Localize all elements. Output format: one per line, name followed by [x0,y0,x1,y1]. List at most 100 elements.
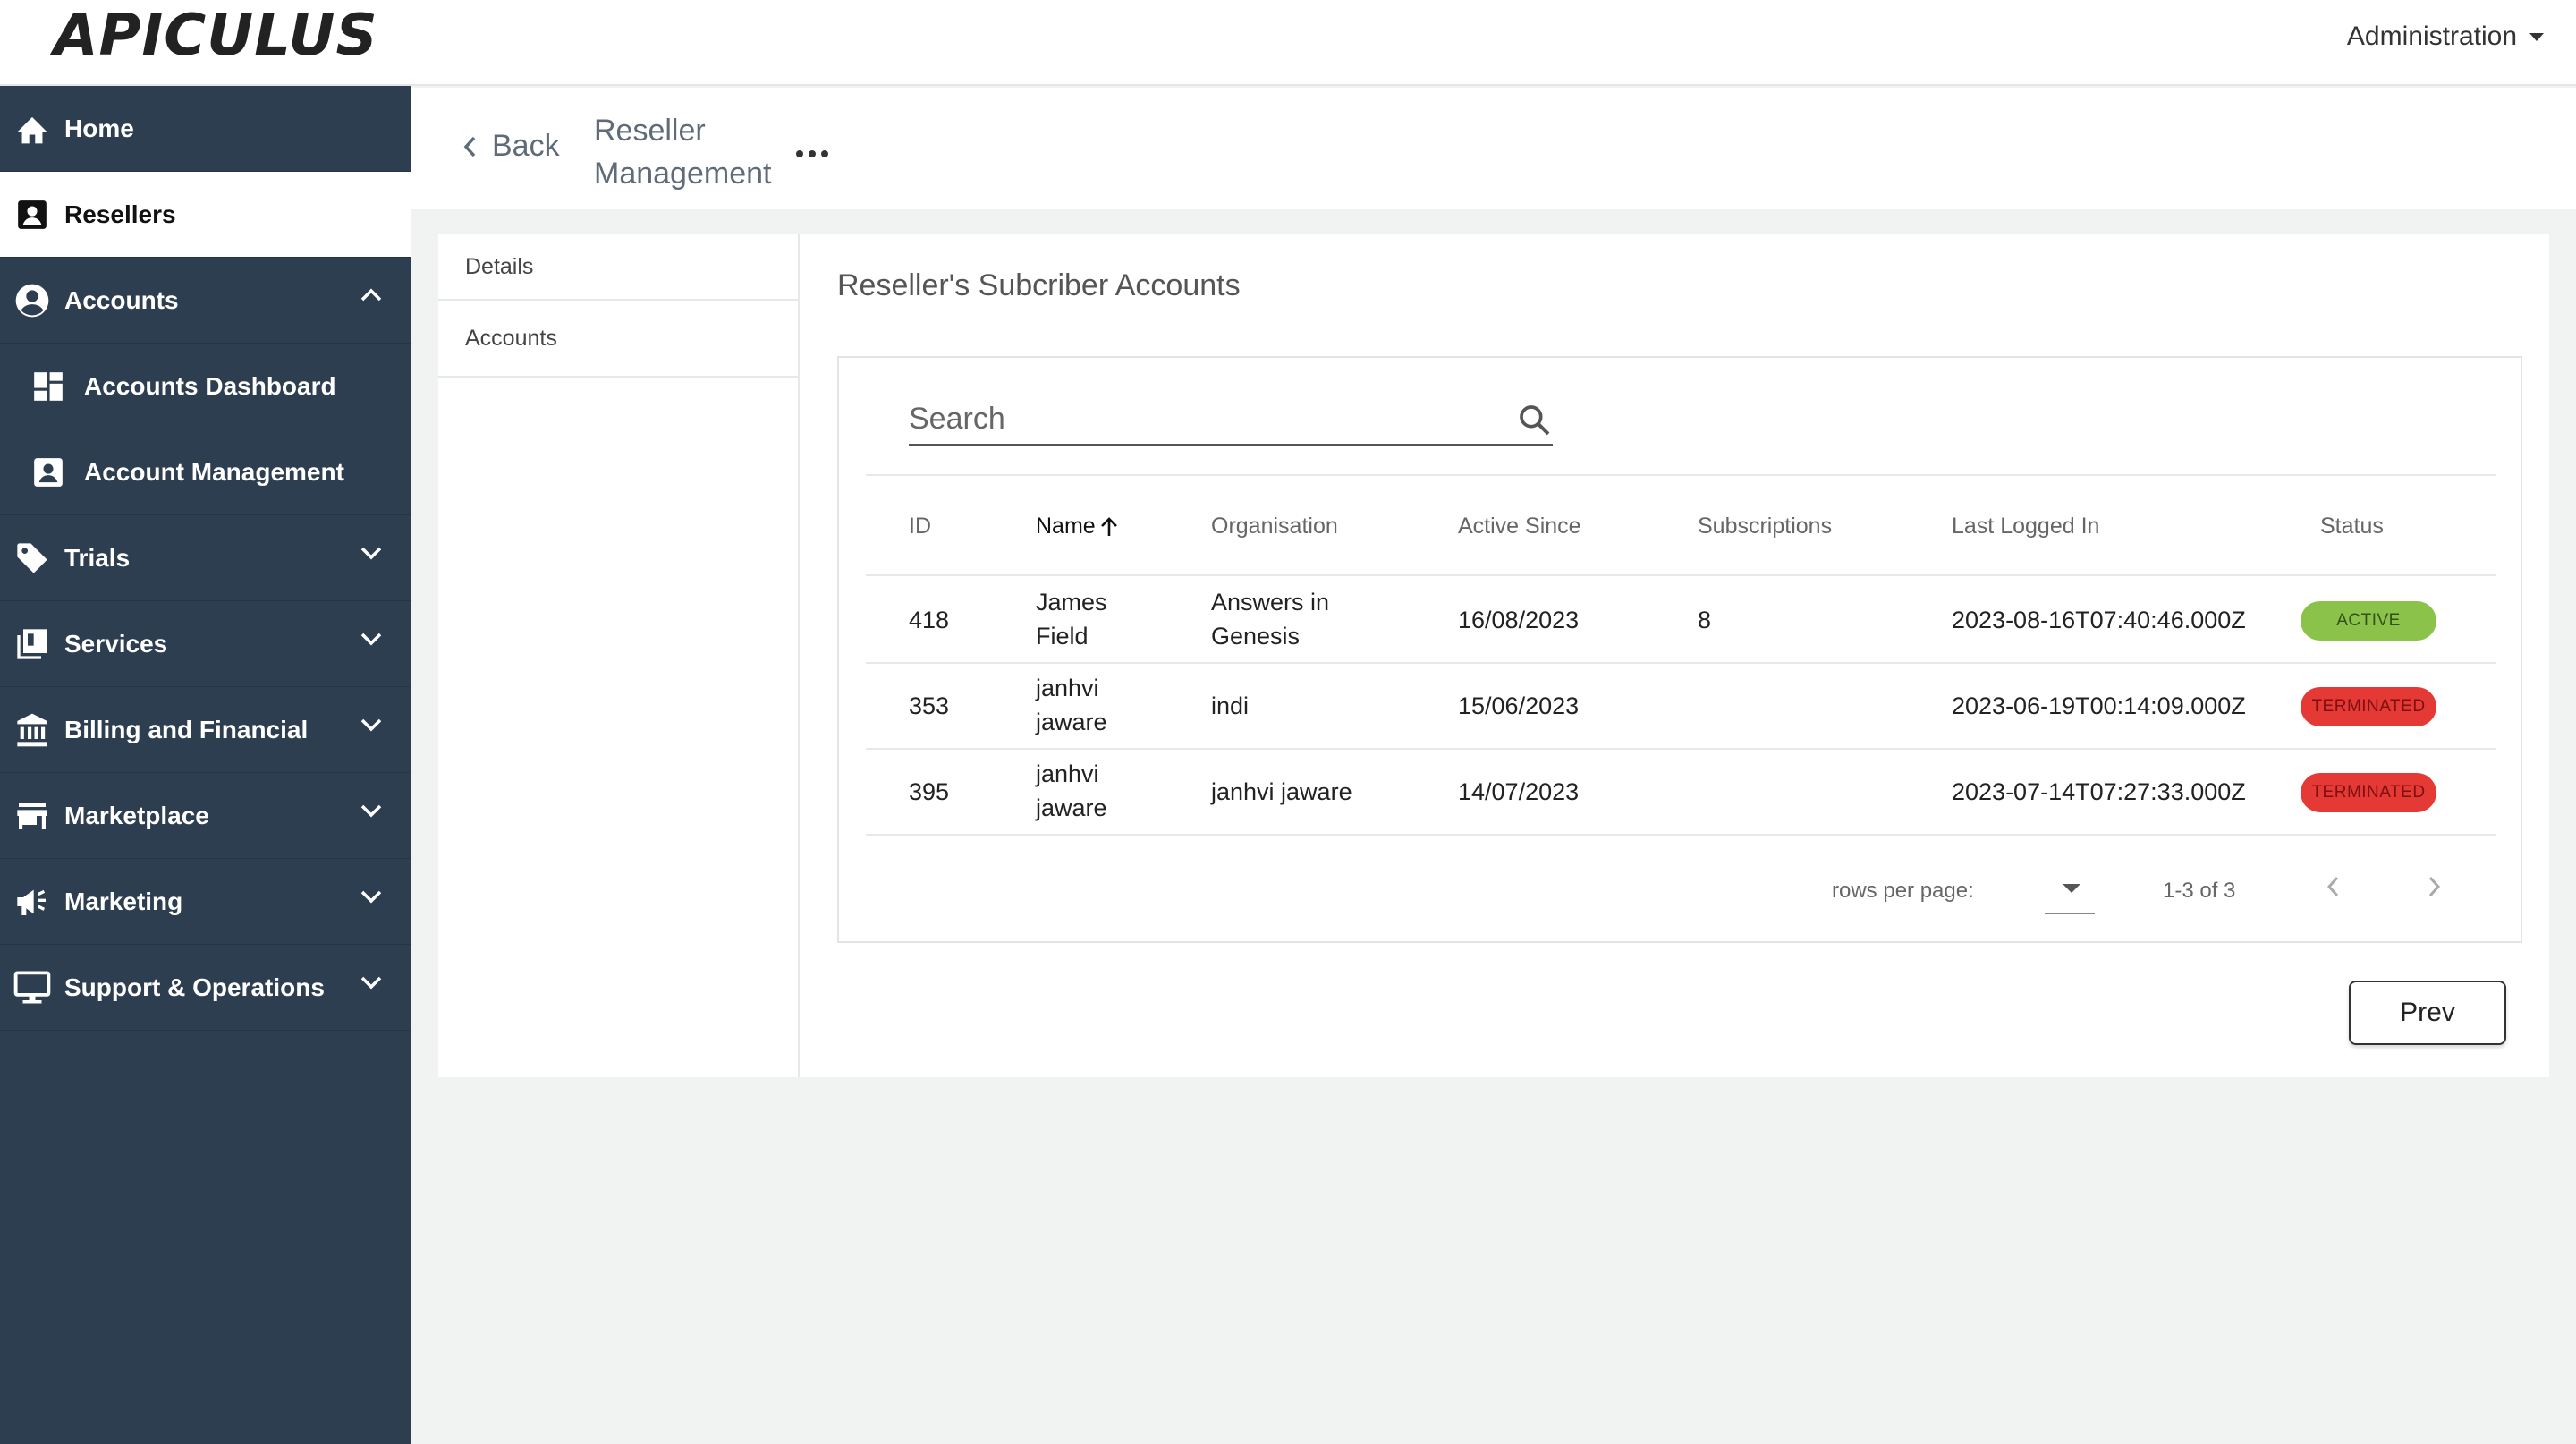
account-circle-icon [13,281,52,320]
cell-last-logged-in: 2023-06-19T00:14:09.000Z [1952,692,2246,719]
sidebar-item-billing-and-financial[interactable]: Billing and Financial [0,687,411,773]
tab-details[interactable]: Details [438,234,798,301]
search-input[interactable] [909,394,1481,444]
dashboard-icon [29,367,68,406]
page-range-text: 1-3 of 3 [2163,879,2236,903]
cell-organisation: indi [1211,692,1250,719]
page-title-line2: Management [594,157,772,191]
section-title: Reseller's Subcriber Accounts [837,268,1241,302]
sidebar-item-marketplace[interactable]: Marketplace [0,773,411,859]
store-icon [13,796,52,836]
administration-menu[interactable]: Administration [2347,21,2544,52]
contact-card-icon [13,195,52,234]
megaphone-icon [13,882,52,922]
cell-active-since: 14/07/2023 [1458,778,1580,805]
tab-accounts[interactable]: Accounts [438,301,798,378]
sidebar-item-services[interactable]: Services [0,601,411,687]
cell-name: James Field [1036,585,1107,653]
rows-per-page-label: rows per page: [1832,879,1974,903]
sidebar-item-home[interactable]: Home [0,86,411,172]
caret-down-icon [2529,32,2544,41]
sidebar-item-account-management[interactable]: Account Management [0,429,411,515]
back-button[interactable]: Back [462,129,560,164]
pagination: rows per page: 1-3 of 3 [839,859,2524,914]
chevron-right-icon [2428,876,2441,897]
cell-organisation-line2: Genesis [1211,623,1301,650]
cell-id: 353 [909,692,950,719]
cell-subscriptions: 8 [1698,607,1712,633]
sidebar-item-label: Resellers [64,200,176,228]
cell-name-line1: James [1036,589,1107,616]
cell-id: 418 [909,607,950,633]
home-icon [13,109,52,149]
chevron-down-icon [360,632,383,646]
administration-menu-label: Administration [2346,21,2517,51]
column-header-name-label: Name [1036,514,1096,539]
chevron-left-icon [463,136,476,157]
account-box-icon [29,453,68,492]
chevron-up-icon [360,288,383,302]
cell-organisation: Answers in Genesis [1211,585,1329,653]
sidebar-item-support-and-operations[interactable]: Support & Operations [0,945,411,1031]
sidebar-item-label: Billing and Financial [64,715,309,743]
search-icon[interactable] [1517,403,1553,443]
cell-organisation-line1: Answers in [1211,589,1330,616]
sidebar-item-marketing[interactable]: Marketing [0,859,411,945]
top-bar: APICULUS Administration [0,0,2576,86]
bank-icon [13,710,52,750]
next-page-button[interactable] [2426,873,2444,905]
column-header-subscriptions[interactable]: Subscriptions [1698,514,1832,539]
sidebar-item-label: Accounts Dashboard [84,371,336,400]
apiculus-logo[interactable]: APICULUS [54,7,378,64]
table-header: ID Name Organisation Active Since Subscr… [866,476,2496,576]
arrow-up-icon [1100,516,1117,536]
column-header-last-logged-in[interactable]: Last Logged In [1952,514,2099,539]
main-panel: Details Accounts Reseller's Subcriber Ac… [438,234,2549,1077]
page-title-line1: Reseller [594,114,706,148]
cell-last-logged-in: 2023-07-14T07:27:33.000Z [1952,778,2246,805]
page-header: Back Reseller Management [411,88,2576,209]
sidebar-item-accounts-dashboard[interactable]: Accounts Dashboard [0,344,411,429]
chevron-down-icon [360,803,383,818]
sidebar-item-trials[interactable]: Trials [0,515,411,601]
chevron-left-icon [2326,876,2339,897]
back-label: Back [492,129,560,163]
cell-active-since: 15/06/2023 [1458,692,1580,719]
chevron-down-icon [360,889,383,904]
status-badge: ACTIVE [2301,601,2436,641]
cell-active-since: 16/08/2023 [1458,607,1580,633]
side-tabs: Details Accounts [438,234,800,1077]
column-header-id[interactable]: ID [909,514,931,539]
previous-page-button[interactable] [2324,873,2342,905]
accounts-table-card: ID Name Organisation Active Since Subscr… [837,356,2522,943]
table-row[interactable]: 418 James Field Answers in Genesis 16/08… [866,578,2496,664]
table-row[interactable]: 395 janhvi jaware janhvi jaware 14/07/20… [866,750,2496,836]
cell-id: 395 [909,778,950,805]
tag-icon [13,539,52,578]
chevron-down-icon [360,718,383,732]
sidebar-item-label: Services [64,629,168,658]
sidebar-item-label: Support & Operations [64,973,325,1001]
cell-name-line2: jaware [1036,794,1107,821]
search-field [909,394,1553,446]
column-header-organisation[interactable]: Organisation [1211,514,1338,539]
chevron-down-icon [360,546,383,560]
prev-button[interactable]: Prev [2349,981,2506,1045]
column-header-active-since[interactable]: Active Since [1458,514,1581,539]
sidebar-item-resellers[interactable]: Resellers [0,172,411,258]
cell-name: janhvi jaware [1036,757,1107,825]
more-options-icon[interactable] [796,150,828,157]
table-row[interactable]: 353 janhvi jaware indi 15/06/2023 2023-0… [866,664,2496,750]
sidebar: Home Resellers Accounts Accounts Dashboa… [0,86,411,1444]
column-header-status[interactable]: Status [2320,514,2384,539]
cell-name-line1: janhvi [1036,760,1099,787]
column-header-name[interactable]: Name [1036,514,1119,539]
chevron-down-icon [360,975,383,990]
sidebar-item-accounts[interactable]: Accounts [0,258,411,344]
sidebar-item-label: Marketing [64,887,183,915]
rows-per-page-select[interactable] [2045,868,2095,914]
status-badge: TERMINATED [2301,773,2436,812]
sidebar-item-label: Marketplace [64,801,209,829]
sidebar-item-label: Home [64,114,134,142]
sidebar-item-label: Accounts [64,285,179,314]
